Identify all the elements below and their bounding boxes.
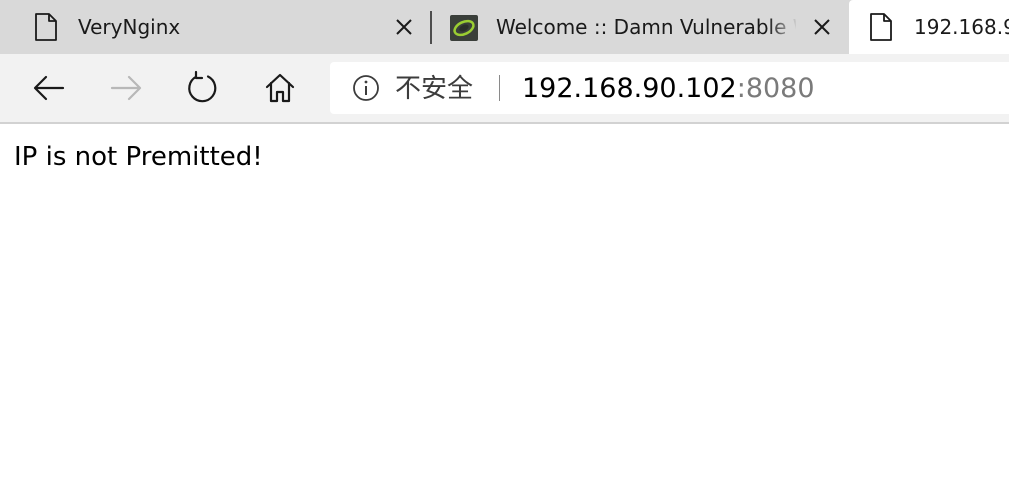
address-bar[interactable]: 不安全 192.168.90.102:8080 [330, 62, 1009, 114]
navigation-toolbar: 不安全 192.168.90.102:8080 [0, 54, 1009, 122]
close-icon[interactable] [812, 17, 832, 37]
error-message: IP is not Premitted! [14, 142, 263, 172]
url-port: :8080 [736, 73, 815, 104]
tab-title: 192.168.90.102:8080 [914, 15, 1009, 39]
info-icon[interactable] [352, 74, 380, 102]
refresh-icon[interactable] [185, 70, 221, 106]
close-icon[interactable] [394, 17, 414, 37]
dvwa-logo-icon [450, 15, 478, 41]
home-icon[interactable] [262, 70, 298, 106]
forward-arrow-icon[interactable] [108, 70, 144, 106]
address-divider [499, 75, 500, 101]
security-label[interactable]: 不安全 [395, 73, 473, 105]
page-content: IP is not Premitted! [0, 124, 1009, 492]
tab-dvwa[interactable]: Welcome :: Damn Vulnerable Web App [434, 0, 848, 54]
page-icon [870, 13, 892, 41]
tab-strip: VeryNginx Welcome :: Damn Vulnerable Web… [0, 0, 1009, 54]
tab-title-fade [768, 0, 798, 54]
page-icon [35, 13, 57, 41]
url-text[interactable]: 192.168.90.102:8080 [522, 73, 815, 105]
tab-divider [430, 11, 432, 44]
back-arrow-icon[interactable] [31, 70, 67, 106]
tab-title: Welcome :: Damn Vulnerable Web App [496, 15, 796, 39]
url-host: 192.168.90.102 [522, 73, 737, 104]
tab-title: VeryNginx [78, 15, 181, 39]
tab-current[interactable]: 192.168.90.102:8080 [849, 0, 1009, 54]
tab-verynginx[interactable]: VeryNginx [0, 0, 428, 54]
